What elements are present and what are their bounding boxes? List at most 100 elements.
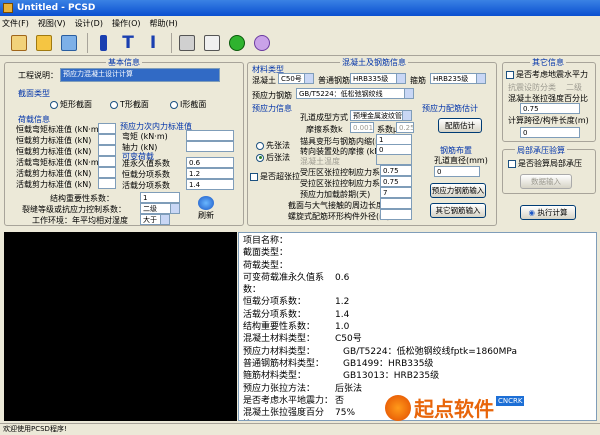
rebar-select[interactable]: HRB335级	[350, 73, 406, 84]
env-label: 工作环境：年平均相对湿度	[32, 216, 128, 225]
tensile-input[interactable]: 0.75	[520, 103, 580, 114]
output-value: 1.4	[335, 309, 350, 320]
crack-select[interactable]: 二级	[140, 203, 180, 214]
post-tension-label: 后张法	[266, 153, 290, 162]
output-line: 活载分项系数： 1.4	[243, 309, 592, 321]
moment-label: 弯矩 (kN·m)	[122, 132, 168, 141]
calculator-icon	[179, 34, 195, 51]
i-section-button[interactable]: I	[142, 32, 164, 54]
menu-operate[interactable]: 操作(O)	[112, 18, 141, 29]
friction-k-input[interactable]: 0.0015	[350, 122, 374, 133]
watermark-logo-icon	[385, 394, 411, 421]
toolbar: T I	[0, 30, 600, 56]
t-section-button[interactable]: T	[117, 32, 139, 54]
temp-input[interactable]	[376, 154, 412, 165]
load-input-5[interactable]	[98, 167, 116, 178]
data-input-button[interactable]: 数据输入	[520, 174, 572, 189]
crack-value: 二级	[143, 205, 157, 213]
concrete-select[interactable]: C50号	[278, 73, 314, 84]
home-button[interactable]	[8, 32, 30, 54]
table-button[interactable]	[201, 32, 223, 54]
material-mix-title: 混凝土及钢筋信息	[340, 57, 408, 68]
estimate-button[interactable]: 配筋估计	[438, 118, 482, 133]
output-key: 预应力材料类型：	[243, 346, 316, 357]
menu-bar: 文件(F) 视图(V) 设计(D) 操作(O) 帮助(H)	[0, 16, 600, 30]
load-input-3[interactable]	[98, 145, 116, 156]
rect-section-radio[interactable]: 矩形截面	[50, 99, 92, 110]
duct-method-select[interactable]: 预埋金属波纹管	[350, 110, 412, 121]
load-input-2[interactable]	[98, 134, 116, 145]
rect-section-button[interactable]	[92, 32, 114, 54]
output-key: 活载分项系数：	[243, 309, 307, 320]
output-value: 后张法	[335, 383, 363, 394]
load-input-1[interactable]	[98, 123, 116, 134]
output-line: 普通钢筋材料类型： GB1499：HRB335级	[243, 358, 592, 370]
crack-label: 裂缝等级或抗应力控制系数：	[22, 205, 126, 214]
prestress-input-button[interactable]: 预应力钢筋输入	[430, 183, 486, 198]
hole-input[interactable]: 0	[434, 166, 480, 177]
chevron-down-icon	[396, 74, 405, 83]
refresh-button[interactable]: 刷新	[198, 196, 214, 221]
output-key: 项目名称：	[243, 236, 289, 246]
calculator-button[interactable]	[176, 32, 198, 54]
friction-label: 摩擦系数k	[306, 125, 343, 134]
pre-tension-radio[interactable]: 先张法	[256, 140, 290, 151]
watermark: 起点软件 CNCRK	[385, 393, 525, 422]
rect-section-icon	[99, 34, 107, 51]
output-key: 普通钢筋材料类型：	[243, 358, 325, 369]
chevron-down-icon	[160, 215, 169, 224]
axial-input[interactable]	[186, 141, 234, 152]
table-icon	[204, 34, 220, 51]
title-bar: Untitled - PCSD	[0, 0, 600, 16]
menu-help[interactable]: 帮助(H)	[150, 18, 178, 29]
age-input[interactable]: 7	[380, 187, 412, 198]
help-button[interactable]	[251, 32, 273, 54]
ctrl2-input[interactable]: 0.75	[380, 176, 412, 187]
load-input-6[interactable]	[98, 178, 116, 189]
overtension-checkbox[interactable]: 是否超张拉	[250, 171, 300, 182]
dead-factor-input[interactable]: 1.2	[186, 168, 234, 179]
span-input[interactable]: 0	[520, 127, 580, 138]
load-input-4[interactable]	[98, 156, 116, 167]
diameter-input[interactable]	[380, 209, 412, 220]
graphics-pane[interactable]	[4, 232, 237, 421]
live-factor-label: 活载分项系数	[122, 181, 170, 190]
perimeter-input[interactable]	[380, 198, 412, 209]
quasi-input[interactable]: 0.6	[186, 157, 234, 168]
project-input[interactable]: 预应力混凝土设计计算	[60, 68, 220, 82]
estimate-title: 预应力配筋估计	[422, 104, 478, 113]
concrete-label: 混凝土	[252, 76, 276, 85]
moment-input[interactable]	[186, 130, 234, 141]
prestress-steel-select[interactable]: GB/T5224：低松弛钢绞线fptk1860	[296, 88, 414, 99]
chevron-down-icon	[476, 74, 485, 83]
menu-view[interactable]: 视图(V)	[38, 18, 66, 29]
output-value: 1.2	[335, 297, 350, 308]
i-section-radio[interactable]: I形截面	[170, 99, 206, 110]
ctrl1-input[interactable]: 0.75	[380, 165, 412, 176]
chevron-down-icon	[304, 74, 313, 83]
pcsd-button[interactable]	[226, 32, 248, 54]
mu-input[interactable]: 0.25	[396, 122, 414, 133]
output-line: 荷载类型：	[243, 260, 592, 272]
env-select[interactable]: 大于40%	[140, 214, 170, 225]
open-button[interactable]	[33, 32, 55, 54]
live-factor-input[interactable]: 1.4	[186, 179, 234, 190]
output-key: 可变荷载准永久值系数：	[243, 272, 325, 296]
other-steel-button[interactable]: 其它钢筋输入	[430, 203, 486, 218]
menu-file[interactable]: 文件(F)	[2, 18, 29, 29]
load-label-4: 活载弯矩标准值 (kN·m)	[16, 158, 102, 167]
run-button[interactable]: ◉ 执行计算	[520, 205, 576, 220]
post-tension-radio[interactable]: 后张法	[256, 152, 290, 163]
output-key: 结构重要性系数：	[243, 322, 316, 333]
menu-design[interactable]: 设计(D)	[75, 18, 103, 29]
t-section-radio[interactable]: T形截面	[110, 99, 149, 110]
local-bearing-checkbox[interactable]: 是否验算局部承压	[508, 158, 582, 169]
pcsd-icon	[229, 34, 245, 51]
stirrup-select[interactable]: HRB235级	[430, 73, 486, 84]
output-value: GB/T5224：低松弛钢绞线fptk=1860MPa	[343, 346, 517, 357]
edit-button[interactable]	[58, 32, 80, 54]
importance-input[interactable]: 1	[140, 192, 180, 203]
home-icon	[11, 34, 27, 51]
rect-section-label: 矩形截面	[60, 100, 92, 109]
seismic-checkbox[interactable]: 是否考虑地震水平力	[506, 69, 588, 80]
